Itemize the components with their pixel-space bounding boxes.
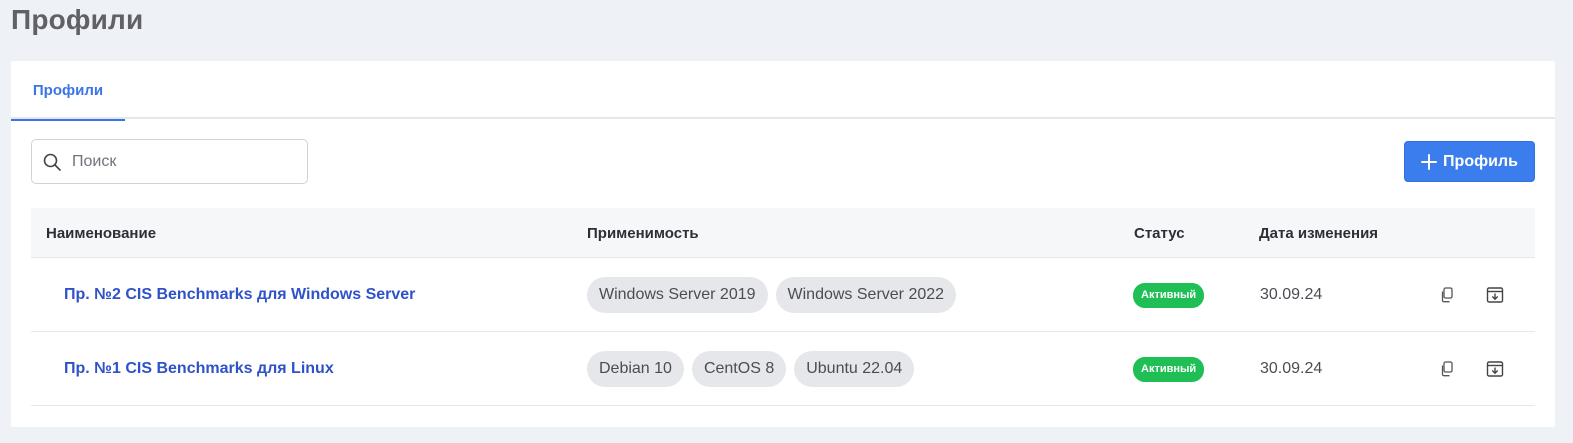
profile-name-link[interactable]: Пр. №2 CIS Benchmarks для Windows Server xyxy=(64,286,415,304)
applicability-chip: Windows Server 2019 xyxy=(587,277,768,313)
modified-date: 30.09.24 xyxy=(1260,286,1323,303)
column-header-applicability[interactable]: Применимость xyxy=(587,208,699,258)
profiles-table: Наименование Применимость Статус Дата из… xyxy=(31,208,1535,406)
plus-icon xyxy=(1421,153,1438,170)
copy-icon[interactable] xyxy=(1436,358,1458,380)
column-header-status[interactable]: Статус xyxy=(1134,208,1185,258)
search-box[interactable] xyxy=(31,139,308,184)
profile-name-link[interactable]: Пр. №1 CIS Benchmarks для Linux xyxy=(64,360,334,378)
modified-date: 30.09.24 xyxy=(1260,360,1323,377)
add-profile-button[interactable]: Профиль xyxy=(1404,141,1535,182)
applicability-chip: Debian 10 xyxy=(587,351,684,387)
add-profile-label: Профиль xyxy=(1443,152,1518,170)
tab-bar: Профили xyxy=(11,61,1555,121)
copy-icon[interactable] xyxy=(1436,284,1458,306)
archive-icon[interactable] xyxy=(1484,358,1506,380)
applicability-chips: Debian 10 CentOS 8 Ubuntu 22.04 xyxy=(587,351,915,387)
tab-profiles[interactable]: Профили xyxy=(11,61,125,121)
applicability-chip: Ubuntu 22.04 xyxy=(794,351,915,387)
profiles-card: Профили Профиль Наименование Применимост… xyxy=(11,61,1555,427)
table-row[interactable]: Пр. №2 CIS Benchmarks для Windows Server… xyxy=(31,258,1535,332)
table-header: Наименование Применимость Статус Дата из… xyxy=(31,208,1535,258)
archive-icon[interactable] xyxy=(1484,284,1506,306)
table-row[interactable]: Пр. №1 CIS Benchmarks для Linux Debian 1… xyxy=(31,332,1535,406)
column-header-name[interactable]: Наименование xyxy=(46,208,156,258)
status-badge: Активный xyxy=(1133,356,1205,382)
column-header-date[interactable]: Дата изменения xyxy=(1259,208,1378,258)
page-title: Профили xyxy=(11,4,144,35)
search-icon xyxy=(43,153,61,171)
applicability-chip: Windows Server 2022 xyxy=(775,277,957,313)
applicability-chip: CentOS 8 xyxy=(691,351,787,387)
search-input[interactable] xyxy=(72,148,297,176)
applicability-chips: Windows Server 2019 Windows Server 2022 xyxy=(587,277,957,313)
status-badge: Активный xyxy=(1133,282,1205,308)
